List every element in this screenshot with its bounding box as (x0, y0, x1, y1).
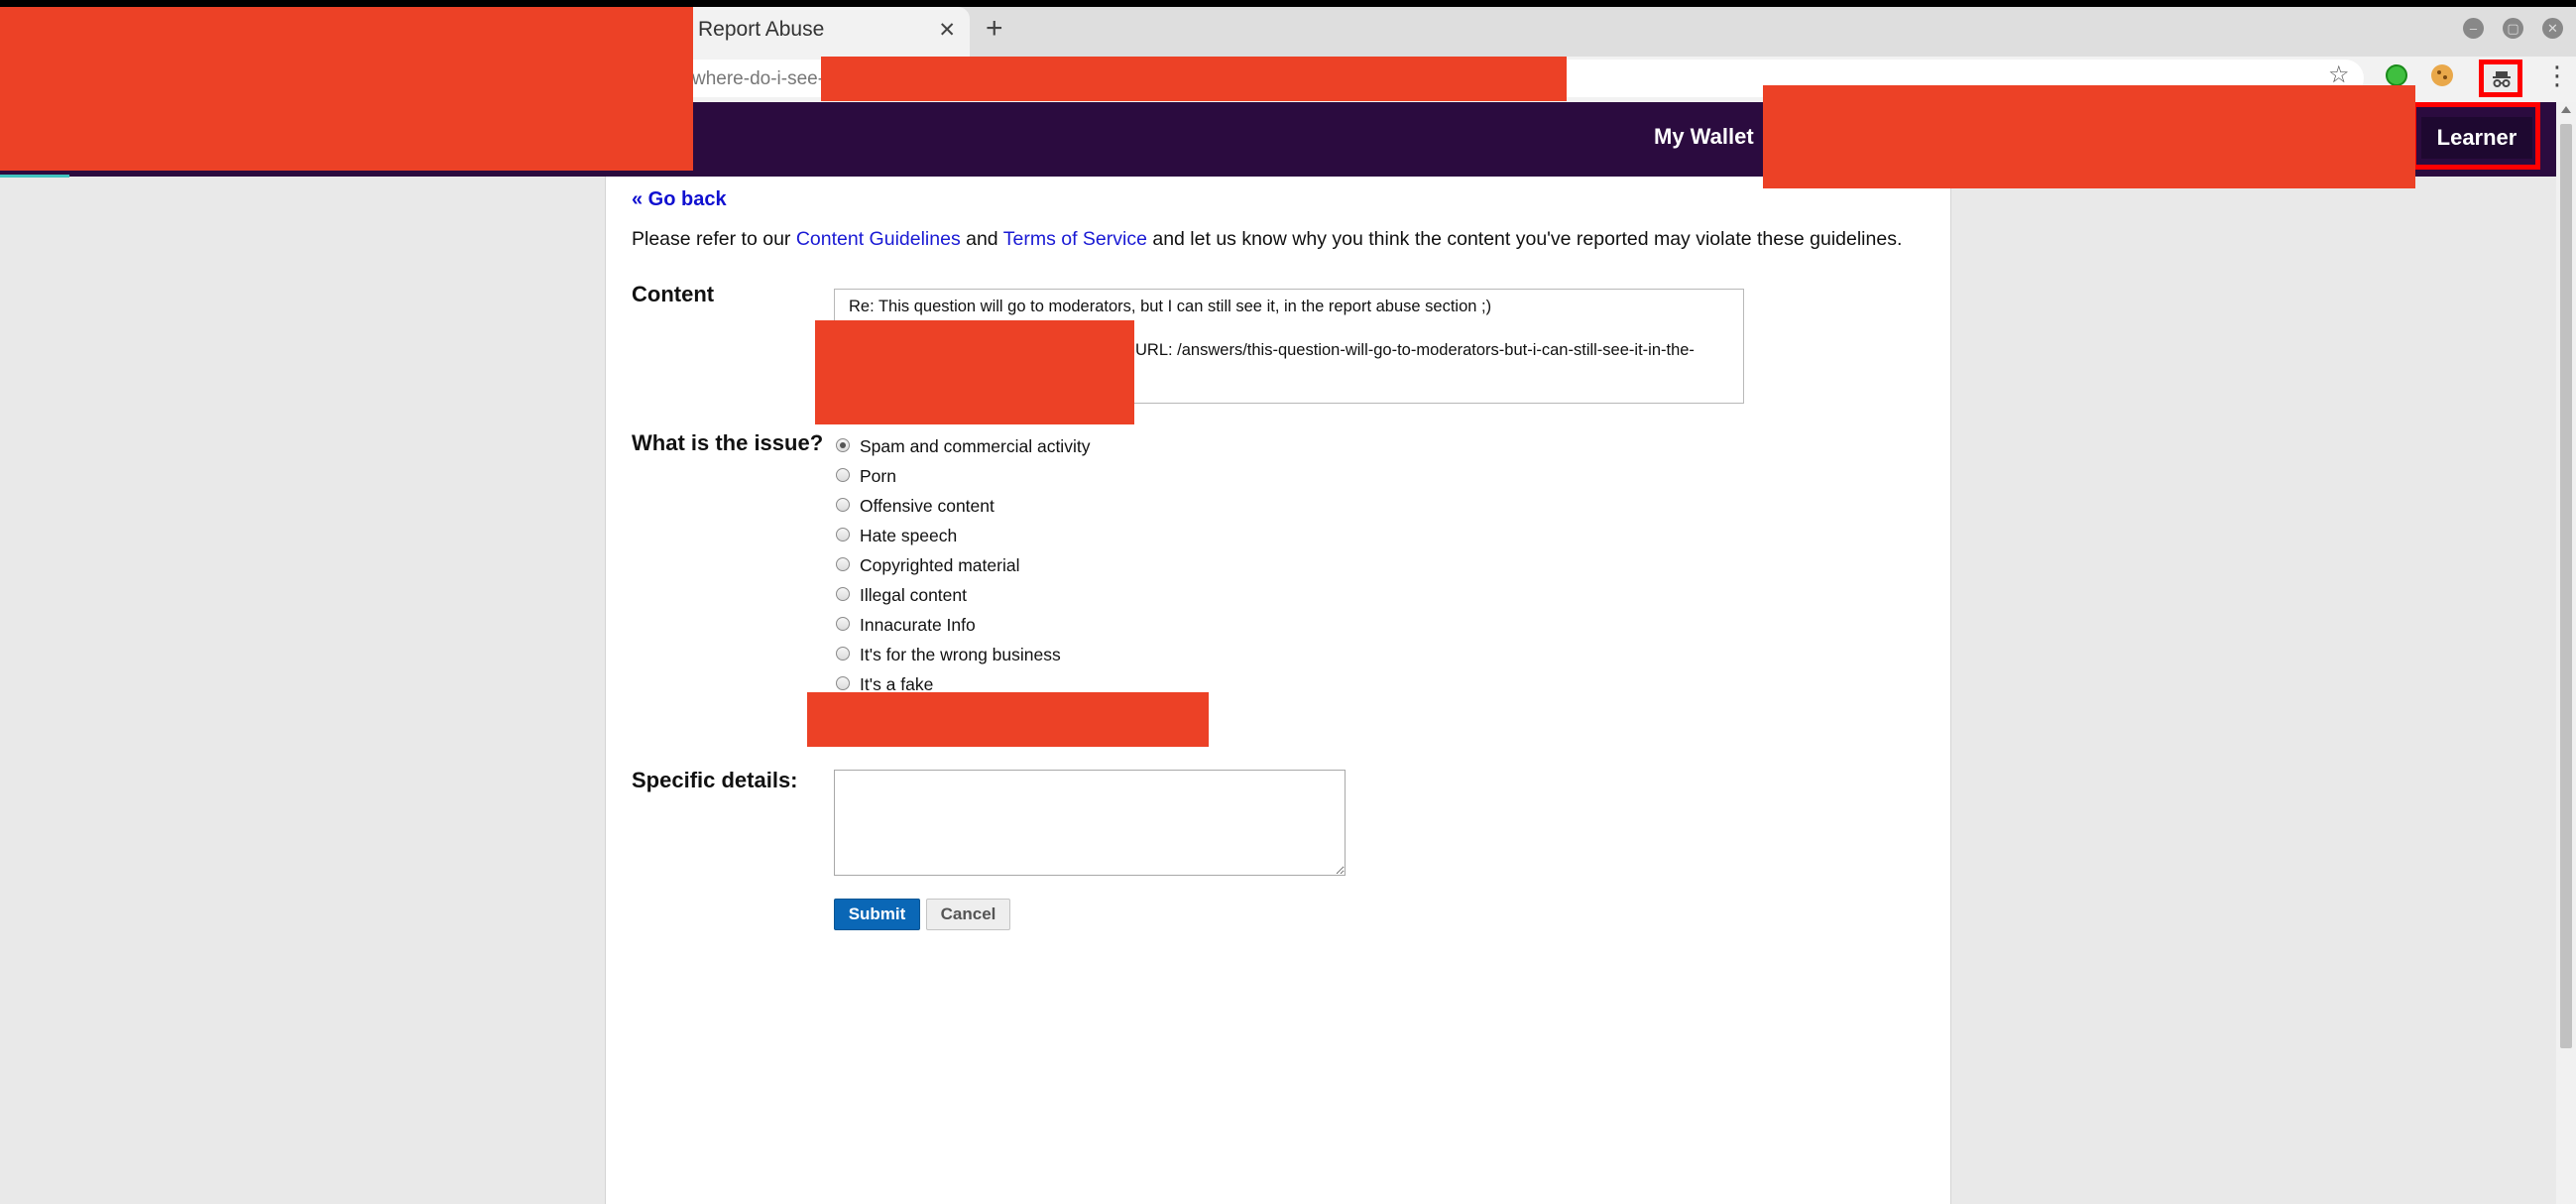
screen-top-strip (0, 0, 2576, 7)
page-load-progress (0, 175, 69, 178)
minimize-icon[interactable]: – (2463, 18, 2484, 39)
redaction-block-options (807, 692, 1209, 747)
option-label: Hate speech (860, 526, 958, 545)
details-textarea[interactable] (834, 770, 1346, 876)
radio[interactable] (836, 557, 850, 571)
intro-and: and (960, 228, 1003, 250)
issue-label: What is the issue? (632, 430, 824, 455)
radio[interactable] (836, 617, 850, 631)
extension-green-icon[interactable] (2386, 64, 2407, 86)
content-guidelines-link[interactable]: Content Guidelines (796, 228, 961, 250)
report-abuse-page: « Go back Please refer to our Content Gu… (605, 177, 1951, 1204)
tab-close-icon[interactable]: ✕ (938, 18, 956, 43)
details-label: Specific details: (632, 768, 798, 792)
learner-button[interactable]: Learner (2421, 117, 2532, 159)
option-label: Porn (860, 466, 896, 486)
incognito-icon[interactable] (2479, 60, 2522, 97)
content-label: Content (632, 282, 715, 306)
scrollbar-thumb[interactable] (2560, 124, 2572, 1048)
maximize-icon[interactable]: ▢ (2503, 18, 2523, 39)
content-title: Re: This question will go to moderators,… (849, 298, 1492, 315)
url-text: where-do-i-see- (692, 68, 825, 89)
terms-of-service-link[interactable]: Terms of Service (1003, 228, 1147, 250)
redaction-block-top-left (0, 7, 693, 171)
redaction-block-content (815, 320, 1134, 424)
intro-after: and let us know why you think the conten… (1146, 228, 1903, 250)
close-window-icon[interactable]: ✕ (2542, 18, 2563, 39)
option-label: Innacurate Info (860, 615, 976, 635)
radio[interactable] (836, 647, 850, 661)
option-label: Offensive content (860, 496, 995, 516)
new-tab-button[interactable]: + (986, 12, 1003, 46)
go-back-link[interactable]: « Go back (632, 188, 727, 211)
page-scrollbar[interactable] (2556, 102, 2576, 1204)
intro-before: Please refer to our (632, 228, 796, 250)
tab-report-abuse[interactable]: Report Abuse ✕ (656, 7, 970, 57)
intro-text: Please refer to our Content Guidelines a… (632, 228, 1902, 251)
option-label: Copyrighted material (860, 555, 1020, 575)
radio-checked[interactable] (836, 438, 850, 452)
incognito-glyph (2493, 71, 2511, 87)
option-label: Spam and commercial activity (860, 436, 1091, 456)
scroll-up-arrow-icon[interactable] (2561, 106, 2571, 113)
option-label: It's for the wrong business (860, 645, 1061, 664)
my-wallet-link[interactable]: My Wallet (1654, 124, 1754, 150)
redaction-block-header (1763, 85, 2415, 188)
radio[interactable] (836, 498, 850, 512)
browser-menu-icon[interactable]: ⋮ (2544, 60, 2570, 91)
submit-button[interactable]: Submit (834, 899, 920, 930)
extension-cookie-icon[interactable] (2431, 64, 2453, 86)
radio[interactable] (836, 676, 850, 690)
cancel-button[interactable]: Cancel (926, 899, 1010, 930)
content-url: URL: /answers/this-question-will-go-to-m… (1135, 341, 1695, 359)
redaction-block-url (821, 57, 1567, 101)
radio[interactable] (836, 528, 850, 542)
tab-title: Report Abuse (698, 18, 825, 41)
option-label: Illegal content (860, 585, 967, 605)
radio[interactable] (836, 587, 850, 601)
radio[interactable] (836, 468, 850, 482)
